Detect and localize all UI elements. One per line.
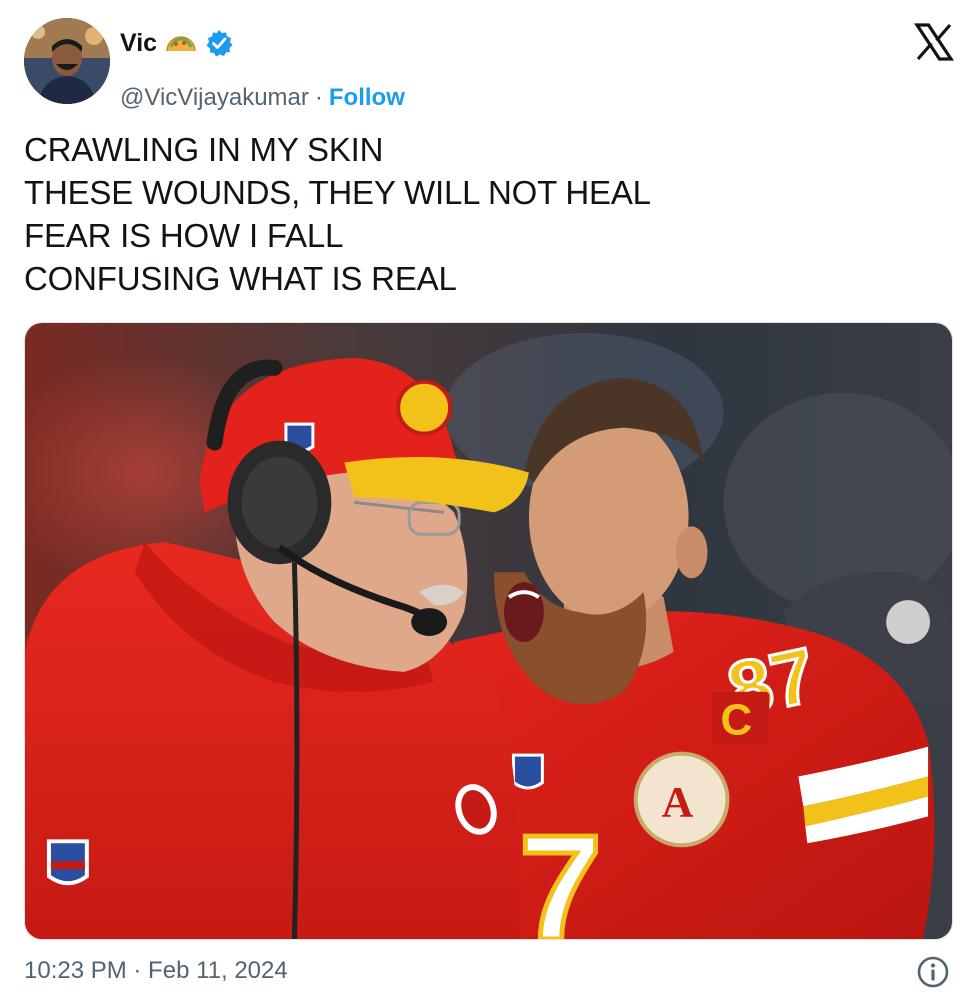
tweet-footer: 10:23 PM · Feb 11, 2024 (24, 955, 954, 993)
avatar[interactable] (24, 18, 110, 104)
follow-button[interactable]: Follow (329, 84, 405, 111)
tweet-text-line: THESE WOUNDS, THEY WILL NOT HEAL (24, 174, 651, 211)
tweet-text: CRAWLING IN MY SKIN THESE WOUNDS, THEY W… (24, 128, 651, 300)
photo-illustration: 87 7 C A (25, 323, 952, 939)
tweet-photo[interactable]: 87 7 C A (24, 322, 953, 940)
x-logo-icon[interactable] (914, 22, 954, 62)
svg-text:A: A (662, 778, 694, 826)
tweet-header: Vic @VicVijayakumar · Follow (24, 18, 954, 111)
name-row: Vic (120, 26, 233, 60)
verified-badge-icon (205, 29, 233, 57)
svg-text:C: C (720, 696, 752, 745)
display-name[interactable]: Vic (120, 29, 157, 58)
tweet-timestamp[interactable]: 10:23 PM · Feb 11, 2024 (24, 957, 288, 985)
tweet-text-line: CONFUSING WHAT IS REAL (24, 260, 457, 297)
tweet-text-line: FEAR IS HOW I FALL (24, 217, 344, 254)
handle-row: @VicVijayakumar · Follow (120, 84, 405, 112)
handle-separator: · (314, 84, 323, 111)
svg-text:7: 7 (519, 804, 602, 939)
user-handle[interactable]: @VicVijayakumar (120, 84, 309, 111)
tweet-text-line: CRAWLING IN MY SKIN (24, 131, 384, 168)
info-icon[interactable] (916, 955, 950, 989)
avatar-image (24, 18, 110, 104)
taco-icon (165, 31, 197, 55)
